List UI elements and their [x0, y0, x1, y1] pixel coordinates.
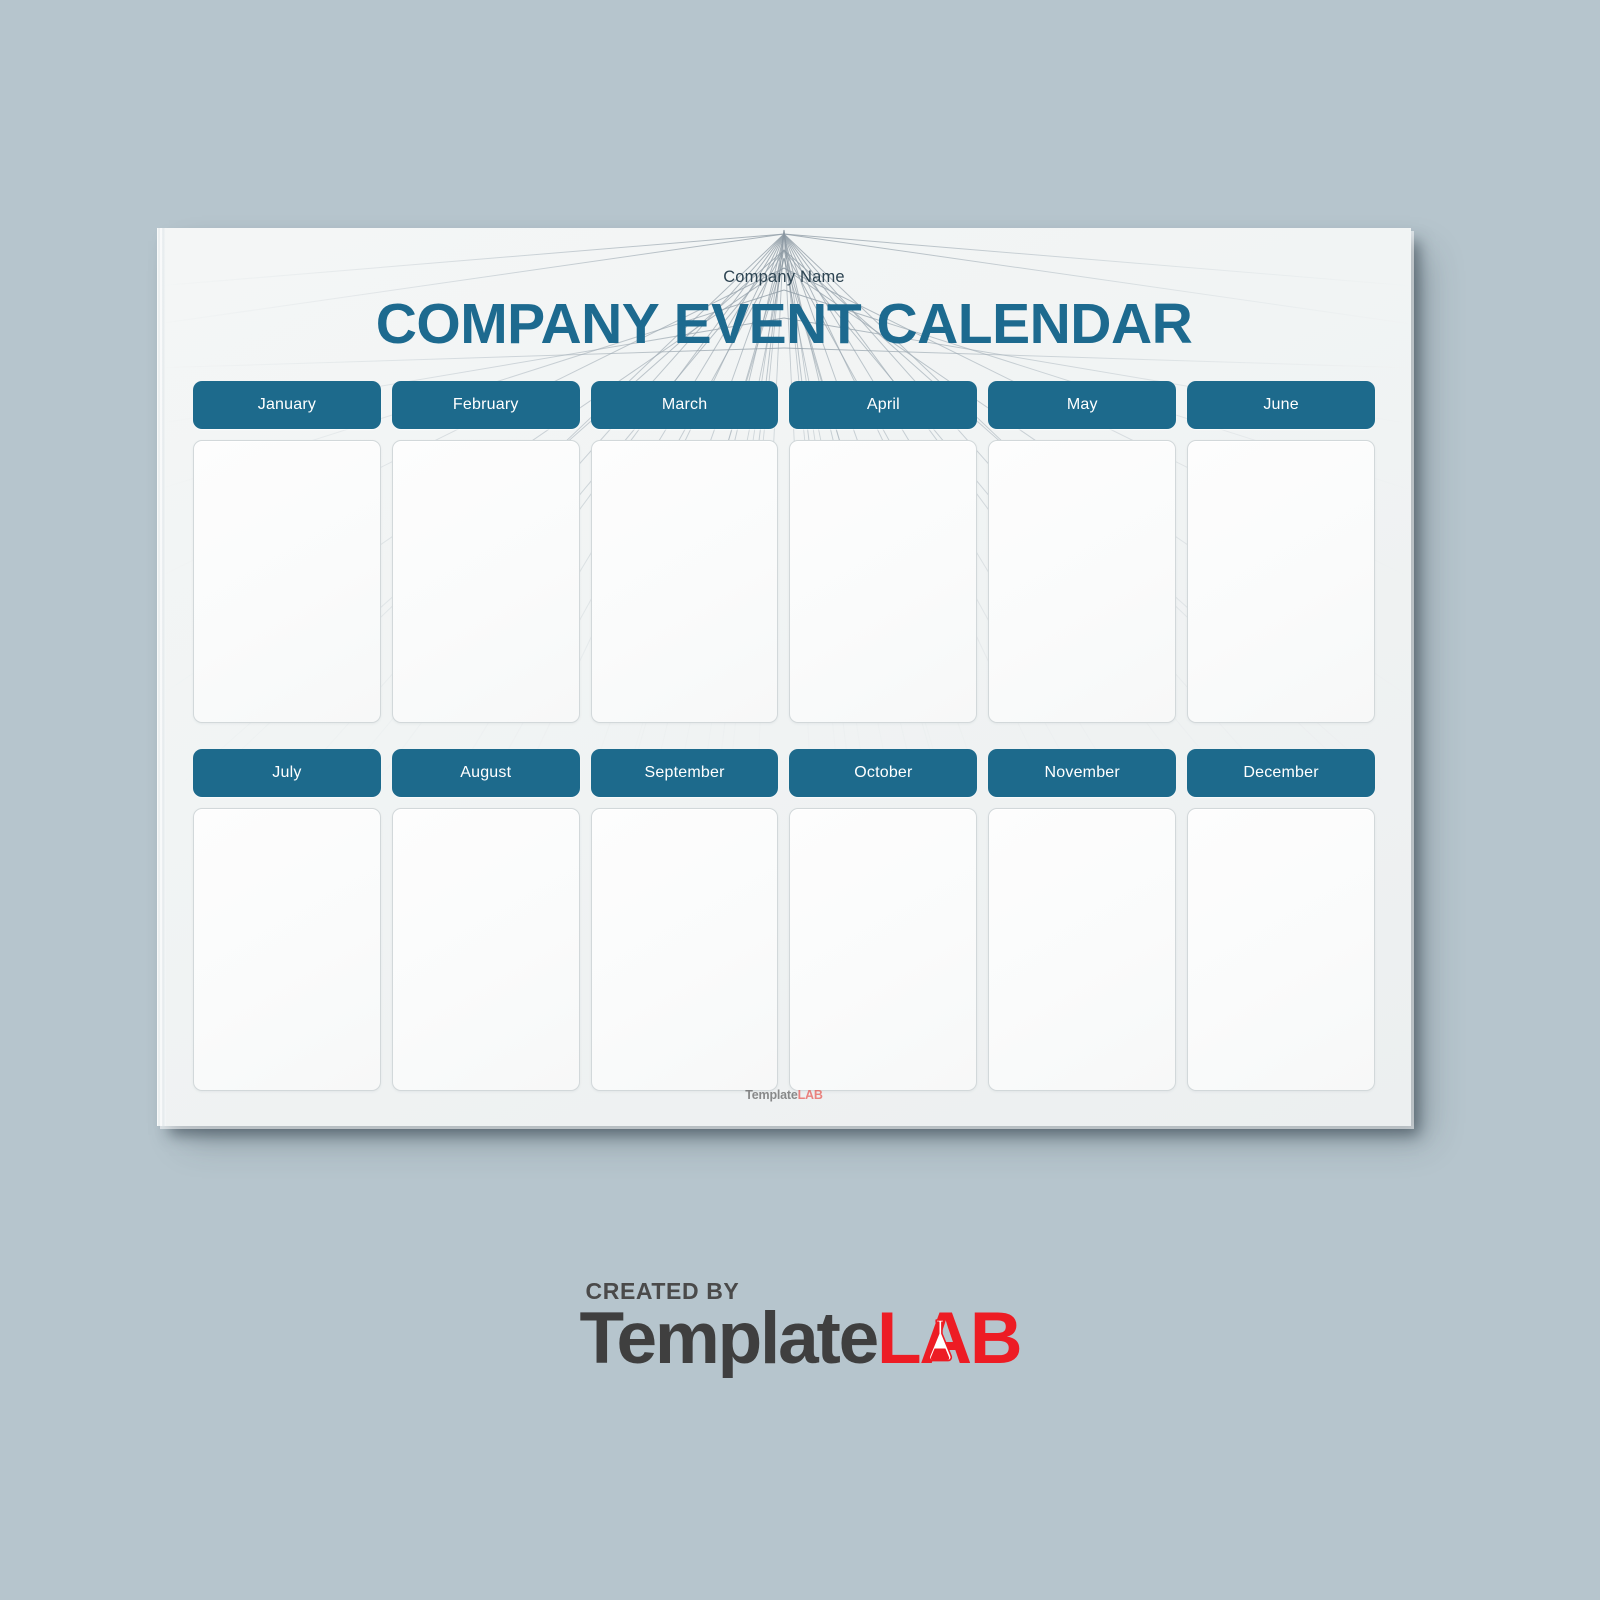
month-cell-january[interactable]: [193, 439, 381, 723]
month-header-row-first-half: January February March April May June: [193, 380, 1375, 429]
month-tab-june[interactable]: June: [1187, 380, 1375, 429]
month-tab-label: May: [1066, 395, 1098, 413]
month-tab-may[interactable]: May: [988, 380, 1177, 429]
month-cell-july[interactable]: [193, 807, 381, 1091]
month-tab-april[interactable]: April: [789, 380, 978, 429]
mini-logo-template-text: Template: [745, 1088, 798, 1102]
brand-lab-text-wrap: LAB: [877, 1302, 1023, 1375]
month-cell-april[interactable]: [789, 439, 978, 723]
month-tab-label: April: [866, 395, 900, 413]
month-tab-label: September: [644, 763, 725, 781]
month-cell-row-first-half: [193, 439, 1375, 723]
month-tab-label: August: [460, 763, 512, 781]
month-tab-label: June: [1263, 395, 1299, 413]
month-cell-september[interactable]: [590, 807, 779, 1091]
month-cell-october[interactable]: [789, 807, 978, 1091]
month-cell-february[interactable]: [391, 439, 580, 723]
page-title: COMPANY EVENT CALENDAR: [375, 292, 1193, 357]
month-tab-september[interactable]: September: [590, 748, 779, 797]
month-tab-label: January: [257, 395, 317, 413]
document-footer: TemplateLAB: [157, 1086, 1411, 1104]
month-cell-august[interactable]: [391, 807, 580, 1091]
document-header: Company Name COMPANY EVENT CALENDAR: [193, 258, 1375, 355]
watermark-inner: CREATED BY Template LAB: [579, 1280, 1023, 1379]
month-header-row-second-half: July August September October November D…: [193, 748, 1375, 797]
month-tab-label: November: [1044, 763, 1120, 781]
company-name-label[interactable]: Company Name: [193, 268, 1375, 286]
month-tab-label: July: [272, 763, 302, 781]
month-tab-label: October: [854, 763, 913, 781]
month-tab-march[interactable]: March: [590, 380, 779, 429]
month-cell-june[interactable]: [1187, 439, 1375, 723]
month-tab-january[interactable]: January: [193, 380, 381, 429]
mini-logo-lab-text: LAB: [797, 1088, 823, 1102]
month-cell-may[interactable]: [988, 439, 1177, 723]
month-tab-november[interactable]: November: [988, 748, 1177, 797]
month-tab-december[interactable]: December: [1187, 748, 1375, 797]
month-tab-october[interactable]: October: [789, 748, 978, 797]
calendar-document-page: Company Name COMPANY EVENT CALENDAR Janu…: [157, 228, 1411, 1126]
month-tab-february[interactable]: February: [391, 380, 580, 429]
month-cell-november[interactable]: [988, 807, 1177, 1091]
month-tab-label: February: [452, 395, 519, 413]
brand-template-text: Template: [579, 1298, 880, 1379]
month-tab-label: December: [1243, 763, 1319, 781]
flask-icon: [928, 1319, 953, 1362]
templatelab-mini-logo: TemplateLAB: [745, 1088, 823, 1102]
brand-wordmark: Template LAB: [579, 1298, 1023, 1379]
month-cell-march[interactable]: [590, 439, 779, 723]
month-tab-label: March: [661, 395, 708, 413]
month-cell-row-second-half: [193, 807, 1375, 1091]
month-tab-august[interactable]: August: [391, 748, 580, 797]
month-tab-july[interactable]: July: [193, 748, 381, 797]
month-cell-december[interactable]: [1187, 807, 1375, 1091]
templatelab-watermark-logo: CREATED BY Template LAB: [0, 1280, 1600, 1379]
